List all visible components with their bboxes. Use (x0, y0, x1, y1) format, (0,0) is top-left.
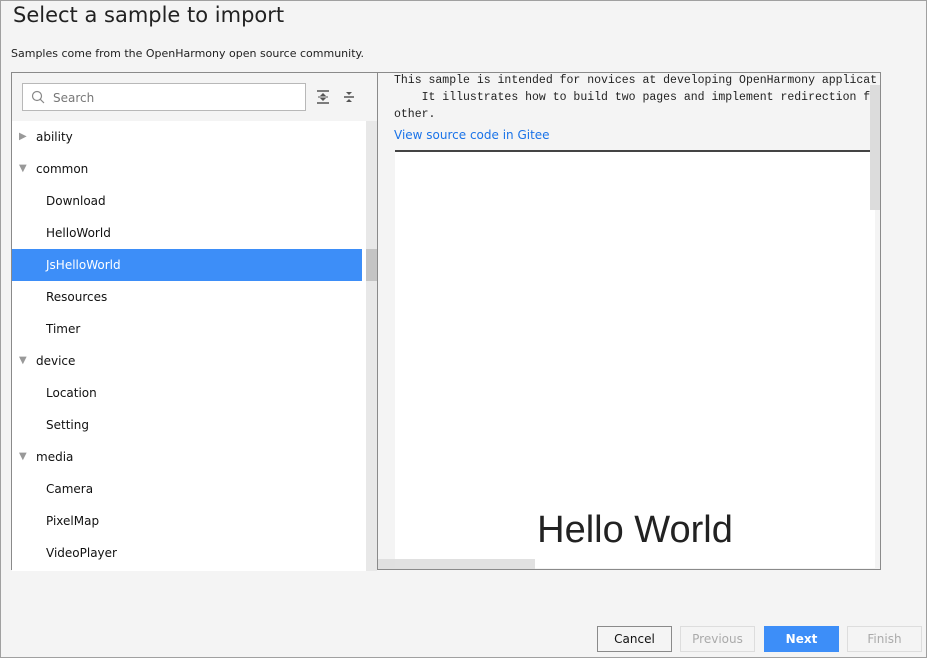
preview-text: Hello World (537, 509, 733, 551)
description-line: It illustrates how to build two pages an… (394, 91, 878, 104)
sample-preview: Hello World (395, 152, 875, 568)
expanded-arrow-icon[interactable]: ▼ (19, 153, 27, 185)
tree-item[interactable]: PixelMap (12, 505, 362, 537)
view-source-link[interactable]: View source code in Gitee (394, 128, 550, 142)
tree-item-label: Setting (46, 418, 89, 432)
tree-item-label: HelloWorld (46, 226, 111, 240)
tree-folder[interactable]: ▼ device (12, 345, 362, 377)
tree-scrollbar[interactable] (366, 121, 377, 571)
tree-item-label: device (36, 354, 76, 368)
sample-tree-panel: Search ▶ ability ▼ common Download HelloWorld… (11, 72, 377, 571)
search-input[interactable]: Search (22, 83, 306, 111)
tree-item[interactable]: VideoPlayer (12, 537, 362, 569)
tree-item[interactable]: Download (12, 185, 362, 217)
tree-folder[interactable]: ▼ media (12, 441, 362, 473)
description-line: other. (394, 108, 436, 121)
tree-item-label: Location (46, 386, 97, 400)
sample-tree: ▶ ability ▼ common Download HelloWorld JsHello… (12, 121, 366, 571)
tree-item[interactable]: Camera (12, 473, 362, 505)
tree-item-label: ability (36, 130, 73, 144)
tree-item-label: VideoPlayer (46, 546, 117, 560)
tree-scrollbar-thumb[interactable] (366, 249, 377, 281)
tree-item[interactable]: Timer (12, 313, 362, 345)
dialog-title: Select a sample to import (13, 3, 285, 27)
tree-item[interactable]: Location (12, 377, 362, 409)
cancel-button[interactable]: Cancel (597, 626, 672, 652)
description-line: This sample is intended for novices at d… (394, 74, 878, 87)
tree-item[interactable]: Setting (12, 409, 362, 441)
dialog-subtitle: Samples come from the OpenHarmony open s… (11, 47, 364, 60)
search-placeholder: Search (53, 91, 95, 105)
tree-folder[interactable]: ▶ ability (12, 121, 362, 153)
detail-vertical-scrollbar[interactable] (870, 85, 880, 210)
tree-folder[interactable]: ▼ common (12, 153, 362, 185)
tree-item[interactable]: HelloWorld (12, 217, 362, 249)
tree-item[interactable]: JsHelloWorld (12, 249, 362, 281)
tree-item-label: Resources (46, 290, 108, 304)
previous-button[interactable]: Previous (680, 626, 755, 652)
detail-horizontal-scrollbar[interactable] (378, 559, 535, 569)
tree-item-label: Download (46, 194, 106, 208)
tree-item-label: common (36, 162, 89, 176)
tree-item-label: media (36, 450, 74, 464)
next-button[interactable]: Next (764, 626, 839, 652)
collapsed-arrow-icon[interactable]: ▶ (19, 121, 27, 153)
tree-item-label: JsHelloWorld (46, 258, 121, 272)
tree-item-label: PixelMap (46, 514, 100, 528)
tree-item[interactable]: Resources (12, 281, 362, 313)
search-icon (31, 90, 45, 104)
tree-item-label: Timer (46, 322, 81, 336)
expanded-arrow-icon[interactable]: ▼ (19, 345, 27, 377)
expanded-arrow-icon[interactable]: ▼ (19, 441, 27, 473)
sample-detail-panel: This sample is intended for novices at d… (377, 72, 881, 570)
collapse-all-icon[interactable] (341, 89, 357, 105)
expand-all-icon[interactable] (315, 89, 331, 105)
finish-button[interactable]: Finish (847, 626, 922, 652)
tree-item-label: Camera (46, 482, 94, 496)
